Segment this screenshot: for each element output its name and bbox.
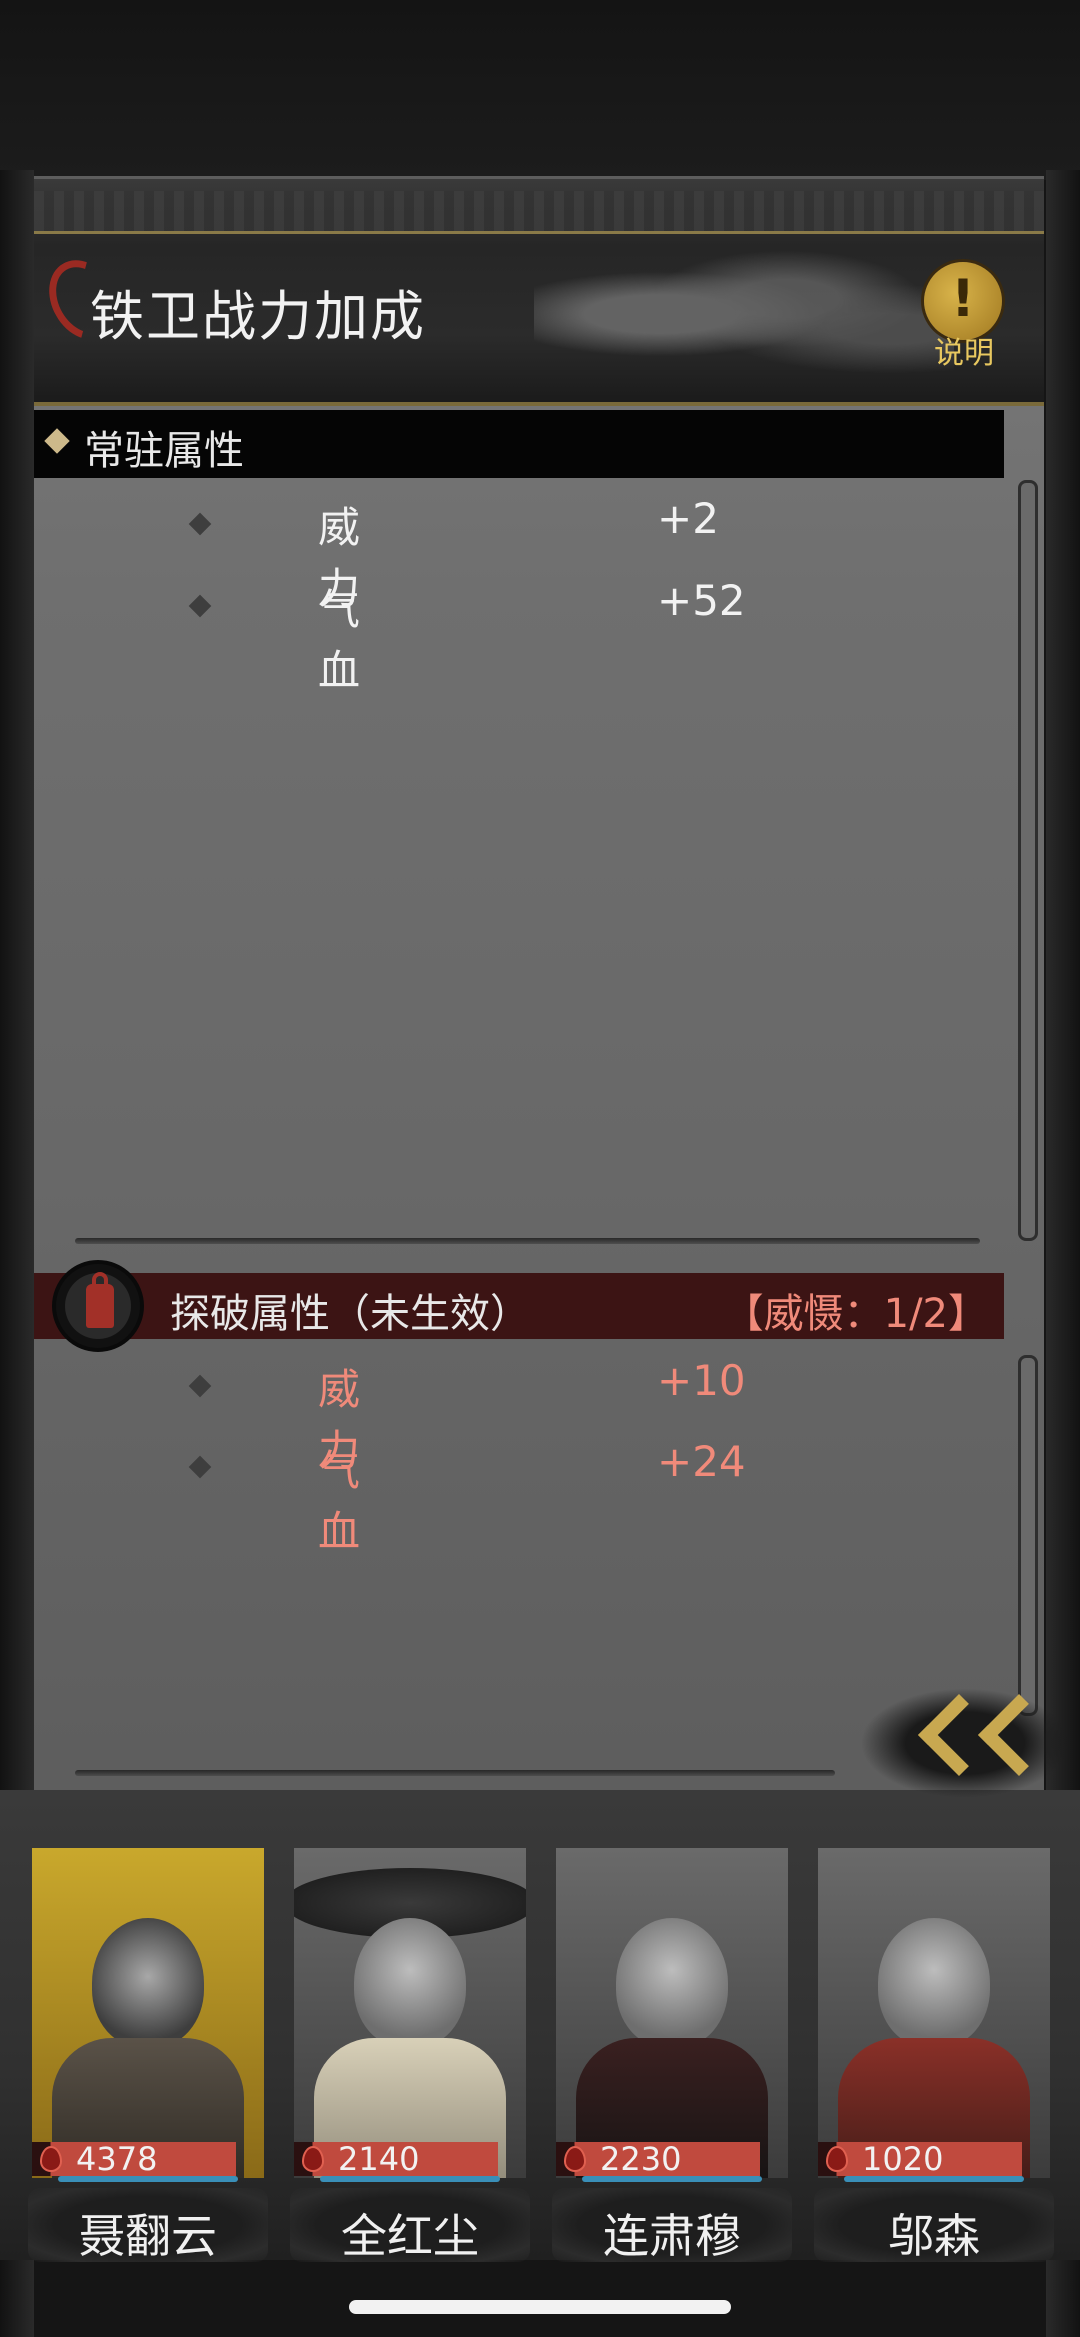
stat-name: 气血 — [318, 585, 361, 695]
power-badge: 1020 — [818, 2140, 1050, 2178]
stat-value: +2 — [657, 494, 719, 543]
stat-value: +52 — [657, 576, 746, 625]
permanent-scrollbar[interactable] — [1018, 480, 1038, 1241]
help-button[interactable]: ! 说明 — [918, 262, 1010, 372]
help-label: 说明 — [934, 336, 994, 371]
stat-name: 气血 — [318, 1446, 361, 1556]
progress-bar — [582, 2176, 762, 2182]
blood-drop-icon — [826, 2146, 848, 2172]
header-gold-line — [34, 231, 1044, 234]
character-name: 聂翻云 — [79, 2209, 217, 2263]
power-badge: 2230 — [556, 2140, 788, 2178]
power-value: 4378 — [76, 2140, 158, 2178]
progress-bar — [320, 2176, 500, 2182]
blood-drop-icon — [302, 2146, 324, 2172]
collapse-button[interactable] — [860, 1668, 1070, 1818]
blood-drop-icon — [40, 2146, 62, 2172]
character-card-2[interactable]: 2140 全红尘 — [290, 1848, 530, 2266]
breakthrough-section-header: 探破属性（未生效） 【威慑：1/2】 — [34, 1273, 1004, 1339]
character-name: 邬森 — [888, 2209, 980, 2263]
blood-drop-icon — [564, 2146, 586, 2172]
character-portrait — [818, 1848, 1050, 2178]
progress-bar — [58, 2176, 238, 2182]
power-value: 1020 — [862, 2140, 944, 2178]
character-card-3[interactable]: 2230 连肃穆 — [552, 1848, 792, 2266]
deterrence-status: 【威慑：1/2】 — [723, 1291, 988, 1337]
stat-value: +24 — [657, 1437, 746, 1486]
breakthrough-section-title: 探破属性（未生效） — [170, 1291, 530, 1337]
character-card-4[interactable]: 1020 邬森 — [814, 1848, 1054, 2266]
progress-bar — [844, 2176, 1024, 2182]
character-name: 全红尘 — [341, 2209, 479, 2263]
character-portrait — [32, 1848, 264, 2178]
character-card-1[interactable]: 4378 聂翻云 — [28, 1848, 268, 2266]
home-indicator[interactable] — [349, 2300, 731, 2314]
header-ornament — [34, 191, 1044, 231]
permanent-section-header: 常驻属性 — [34, 410, 1004, 478]
cage-lock-icon — [52, 1260, 144, 1352]
character-name: 连肃穆 — [603, 2209, 741, 2263]
character-portrait — [556, 1848, 788, 2178]
section-divider — [75, 1238, 980, 1244]
power-value: 2230 — [600, 2140, 682, 2178]
stat-value: +10 — [657, 1356, 746, 1405]
cloud-pattern — [534, 239, 954, 389]
background-top — [0, 0, 1080, 180]
panel-title: 铁卫战力加成 — [90, 285, 426, 348]
section-divider — [75, 1770, 835, 1776]
power-badge: 4378 — [32, 2140, 264, 2178]
character-portrait — [294, 1848, 526, 2178]
breakthrough-scrollbar[interactable] — [1018, 1355, 1038, 1716]
power-value: 2140 — [338, 2140, 420, 2178]
permanent-section-title: 常驻属性 — [84, 428, 244, 474]
power-badge: 2140 — [294, 2140, 526, 2178]
diamond-icon — [44, 428, 70, 454]
